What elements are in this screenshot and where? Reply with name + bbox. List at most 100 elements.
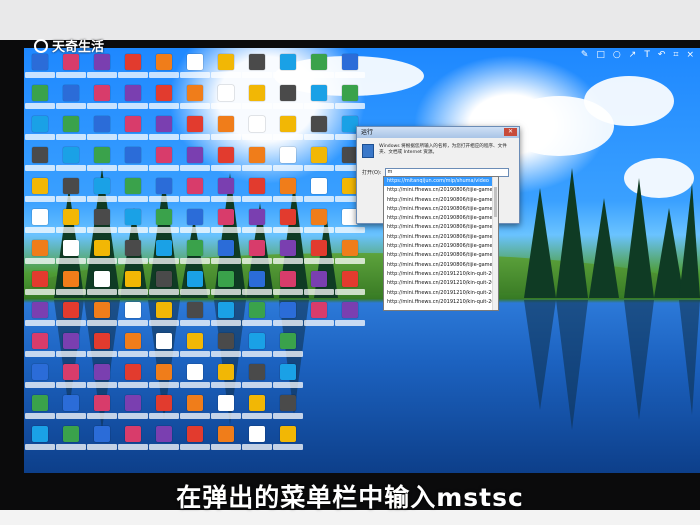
desktop-shortcut[interactable] bbox=[242, 302, 272, 332]
desktop-shortcut[interactable] bbox=[25, 147, 55, 177]
desktop-shortcut[interactable] bbox=[180, 364, 210, 394]
desktop-shortcut[interactable] bbox=[118, 302, 148, 332]
desktop-shortcut[interactable] bbox=[242, 395, 272, 425]
desktop-shortcut[interactable] bbox=[56, 333, 86, 363]
desktop-shortcut[interactable] bbox=[118, 85, 148, 115]
desktop-shortcut[interactable] bbox=[87, 271, 117, 301]
desktop-shortcut[interactable] bbox=[273, 426, 303, 456]
dropdown-scrollbar[interactable] bbox=[492, 177, 498, 310]
desktop-shortcut[interactable] bbox=[180, 178, 210, 208]
desktop-shortcut[interactable] bbox=[149, 54, 179, 84]
desktop-shortcut[interactable] bbox=[242, 54, 272, 84]
desktop-shortcut[interactable] bbox=[180, 147, 210, 177]
desktop-shortcut[interactable] bbox=[211, 271, 241, 301]
desktop-shortcut[interactable] bbox=[87, 85, 117, 115]
desktop-shortcut[interactable] bbox=[180, 395, 210, 425]
desktop-shortcut[interactable] bbox=[304, 147, 334, 177]
desktop-shortcut[interactable] bbox=[180, 85, 210, 115]
dropdown-item[interactable]: http://mini.ffnews.cn/20190806/tijie-gam… bbox=[384, 251, 498, 260]
desktop-shortcut[interactable] bbox=[242, 116, 272, 146]
desktop-shortcut[interactable] bbox=[118, 271, 148, 301]
desktop-shortcut[interactable] bbox=[87, 240, 117, 270]
desktop-shortcut[interactable] bbox=[118, 364, 148, 394]
desktop-shortcut[interactable] bbox=[118, 54, 148, 84]
desktop-shortcut[interactable] bbox=[25, 240, 55, 270]
desktop-shortcut[interactable] bbox=[211, 302, 241, 332]
desktop-shortcut[interactable] bbox=[304, 240, 334, 270]
desktop-shortcut[interactable] bbox=[211, 147, 241, 177]
desktop-shortcut[interactable] bbox=[118, 426, 148, 456]
desktop-shortcut[interactable] bbox=[180, 426, 210, 456]
desktop-shortcut[interactable] bbox=[56, 54, 86, 84]
desktop-shortcut[interactable] bbox=[273, 302, 303, 332]
desktop-shortcut[interactable] bbox=[25, 302, 55, 332]
desktop-shortcut[interactable] bbox=[180, 116, 210, 146]
desktop-shortcut[interactable] bbox=[25, 209, 55, 239]
desktop-shortcut[interactable] bbox=[118, 333, 148, 363]
desktop-shortcut[interactable] bbox=[87, 116, 117, 146]
desktop-shortcut[interactable] bbox=[149, 209, 179, 239]
desktop-shortcut[interactable] bbox=[25, 395, 55, 425]
dropdown-item[interactable]: http://mini.ffnews.cn/20191210/kin-quit-… bbox=[384, 289, 498, 298]
desktop-shortcut[interactable] bbox=[242, 85, 272, 115]
desktop-shortcut[interactable] bbox=[273, 147, 303, 177]
undo-icon[interactable]: ↶ bbox=[658, 50, 666, 60]
desktop-shortcut[interactable] bbox=[56, 271, 86, 301]
dropdown-item[interactable]: http://mini.ffnews.cn/20191210/kin-quit-… bbox=[384, 270, 498, 279]
crop-icon[interactable]: ⌗ bbox=[673, 50, 678, 60]
dropdown-item[interactable]: http://mini.ffnews.cn/20190806/tijie-gam… bbox=[384, 242, 498, 251]
desktop-shortcut[interactable] bbox=[87, 54, 117, 84]
desktop-shortcut[interactable] bbox=[87, 364, 117, 394]
desktop-shortcut[interactable] bbox=[149, 178, 179, 208]
dropdown-item[interactable]: http://mini.ffnews.cn/20190806/tijie-gam… bbox=[384, 261, 498, 270]
desktop-shortcut[interactable] bbox=[25, 178, 55, 208]
dropdown-item[interactable]: http://mini.ffnews.cn/20190806/tijie-gam… bbox=[384, 205, 498, 214]
desktop-shortcut[interactable] bbox=[25, 54, 55, 84]
desktop-shortcut[interactable] bbox=[273, 364, 303, 394]
desktop-shortcut[interactable] bbox=[87, 333, 117, 363]
square-icon[interactable]: □ bbox=[596, 50, 605, 60]
desktop-shortcut[interactable] bbox=[56, 364, 86, 394]
desktop-shortcut[interactable] bbox=[149, 426, 179, 456]
desktop-shortcut[interactable] bbox=[25, 333, 55, 363]
desktop-shortcut[interactable] bbox=[180, 240, 210, 270]
desktop-shortcut[interactable] bbox=[25, 271, 55, 301]
desktop-shortcut[interactable] bbox=[25, 85, 55, 115]
desktop-shortcut[interactable] bbox=[118, 147, 148, 177]
desktop-shortcut[interactable] bbox=[87, 426, 117, 456]
desktop-shortcut[interactable] bbox=[87, 178, 117, 208]
desktop-shortcut[interactable] bbox=[211, 85, 241, 115]
desktop-shortcut[interactable] bbox=[118, 240, 148, 270]
desktop-shortcut[interactable] bbox=[180, 333, 210, 363]
close-button[interactable]: ✕ bbox=[504, 128, 517, 136]
desktop-shortcut[interactable] bbox=[149, 85, 179, 115]
desktop-shortcut[interactable] bbox=[56, 178, 86, 208]
desktop-shortcut[interactable] bbox=[56, 240, 86, 270]
desktop-shortcut[interactable] bbox=[149, 395, 179, 425]
desktop-shortcut[interactable] bbox=[335, 271, 365, 301]
dropdown-item[interactable]: http://mini.ffnews.cn/20190806/tijie-gam… bbox=[384, 223, 498, 232]
desktop-shortcut[interactable] bbox=[304, 54, 334, 84]
desktop-shortcut[interactable] bbox=[25, 426, 55, 456]
close-icon[interactable]: × bbox=[686, 50, 694, 60]
desktop-shortcut[interactable] bbox=[180, 209, 210, 239]
desktop-shortcut[interactable] bbox=[211, 178, 241, 208]
desktop-shortcut[interactable] bbox=[149, 302, 179, 332]
desktop-shortcut[interactable] bbox=[242, 364, 272, 394]
desktop-shortcut[interactable] bbox=[304, 271, 334, 301]
desktop-shortcut[interactable] bbox=[242, 178, 272, 208]
desktop-shortcut[interactable] bbox=[304, 85, 334, 115]
desktop-shortcut[interactable] bbox=[56, 426, 86, 456]
desktop-shortcut[interactable] bbox=[273, 116, 303, 146]
desktop-shortcut[interactable] bbox=[242, 333, 272, 363]
desktop-shortcut[interactable] bbox=[242, 147, 272, 177]
desktop-shortcut[interactable] bbox=[118, 178, 148, 208]
desktop-shortcut[interactable] bbox=[273, 85, 303, 115]
desktop-shortcut[interactable] bbox=[118, 209, 148, 239]
dropdown-item[interactable]: http://mini.ffnews.cn/20191210/kin-quit-… bbox=[384, 298, 498, 307]
circle-icon[interactable]: ○ bbox=[613, 50, 621, 60]
dropdown-item[interactable]: http://mini.ffnews.cn/20190806/tijie-gam… bbox=[384, 214, 498, 223]
desktop-shortcut[interactable] bbox=[273, 178, 303, 208]
desktop-shortcut[interactable] bbox=[149, 364, 179, 394]
dropdown-item[interactable]: http://mini.ffnews.cn/20191210/kin-quit-… bbox=[384, 279, 498, 288]
